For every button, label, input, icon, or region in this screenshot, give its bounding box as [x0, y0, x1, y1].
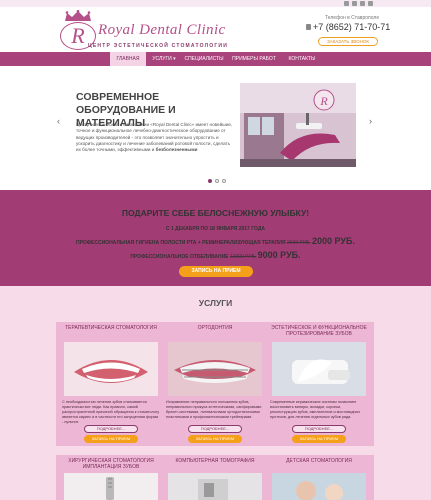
service-card-orthodontics[interactable]: ОРТОДОНТИЯ Исправление неправильного пол…: [160, 322, 270, 446]
card-book-button[interactable]: ЗАПИСЬ НА ПРИЕМ: [292, 435, 346, 443]
slider-dots: [208, 179, 226, 183]
card-title: ДЕТСКАЯ СТОМАТОЛОГИЯ: [286, 458, 352, 464]
slider-dot[interactable]: [208, 179, 212, 183]
slider-next-arrow[interactable]: ›: [369, 116, 372, 126]
promo-offer-hygiene: ПРОФЕССИОНАЛЬНАЯ ГИГИЕНА ПОЛОСТИ РТА + Р…: [0, 236, 431, 246]
service-card-tomography[interactable]: КОМПЬЮТЕРНАЯ ТОМОГРАФИЯ: [160, 455, 270, 500]
card-photo: [168, 473, 262, 500]
card-text: Исправление неправильного положения зубо…: [166, 400, 262, 419]
logo-title[interactable]: Royal Dental Clinic: [98, 22, 226, 39]
crown-icon: [65, 10, 91, 21]
vk-icon[interactable]: [368, 1, 373, 6]
promo-old-price: 2600 РУБ.: [287, 240, 311, 246]
promo-offer-text: ПРОФЕССИОНАЛЬНОЕ ОТБЕЛИВАНИЕ: [130, 254, 229, 260]
card-more-button[interactable]: ПОДРОБНЕЕ...: [84, 425, 138, 433]
promo-old-price: 12000 РУБ.: [229, 254, 257, 260]
card-text: Современные керамические системы позволя…: [270, 400, 361, 419]
card-title: ОРТОДОНТИЯ: [197, 325, 233, 331]
card-title: ТЕРАПЕВТИЧЕСКАЯ СТОМАТОЛОГИЯ: [65, 325, 157, 331]
slider-prev-arrow[interactable]: ‹: [57, 116, 60, 126]
slide-text: Центр эстетической стоматологии «Royal D…: [76, 122, 236, 153]
card-title: КОМПЬЮТЕРНАЯ ТОМОГРАФИЯ: [175, 458, 255, 464]
card-photo: [64, 473, 158, 500]
card-book-button[interactable]: ЗАПИСЬ НА ПРИЕМ: [188, 435, 242, 443]
slider-dot[interactable]: [215, 179, 219, 183]
promo-new-price: 2000 РУБ.: [312, 236, 355, 246]
slide-text-body: Центр эстетической стоматологии «Royal D…: [76, 122, 233, 153]
promo-book-button[interactable]: ЗАПИСЬ НА ПРИЕМ: [179, 266, 253, 277]
card-text: С необходимостью лечения зубов сталкивае…: [62, 400, 160, 424]
nav-item-services[interactable]: УСЛУГИ ▾: [146, 52, 182, 66]
slider-dot[interactable]: [222, 179, 226, 183]
instagram-icon[interactable]: [360, 1, 365, 6]
card-more-button[interactable]: ПОДРОБНЕЕ...: [292, 425, 346, 433]
nav-item-contacts[interactable]: КОНТАКТЫ: [282, 52, 322, 66]
promo-new-price: 9000 РУБ.: [257, 250, 301, 260]
card-photo: [64, 342, 158, 396]
promo-dates: С 1 ДЕКАБРЯ ПО 18 ЯНВАРЯ 2017 ГОДА: [166, 226, 265, 232]
clinic-photo: R: [240, 83, 356, 167]
phone-caption: Телефон в Ставрополе: [325, 15, 380, 21]
promo-offer-whitening: ПРОФЕССИОНАЛЬНОЕ ОТБЕЛИВАНИЕ 12000 РУБ. …: [0, 250, 431, 260]
social-links: [344, 1, 373, 6]
promo-offer-text: ПРОФЕССИОНАЛЬНАЯ ГИГИЕНА ПОЛОСТИ РТА + Р…: [76, 240, 286, 246]
card-photo: [272, 342, 366, 396]
nav-item-specialists[interactable]: СПЕЦИАЛИСТЫ: [182, 52, 226, 66]
mail-icon[interactable]: [344, 1, 349, 6]
service-card-therapy[interactable]: ТЕРАПЕВТИЧЕСКАЯ СТОМАТОЛОГИЯ С необходим…: [56, 322, 166, 446]
nav-item-works[interactable]: ПРИМЕРЫ РАБОТ: [226, 52, 282, 66]
main-nav: ГЛАВНАЯ УСЛУГИ ▾ СПЕЦИАЛИСТЫ ПРИМЕРЫ РАБ…: [0, 52, 431, 66]
promo-title: ПОДАРИТЕ СЕБЕ БЕЛОСНЕЖНУЮ УЛЫБКУ!: [121, 208, 310, 218]
card-more-button[interactable]: ПОДРОБНЕЕ...: [188, 425, 242, 433]
nav-item-home[interactable]: ГЛАВНАЯ: [110, 52, 146, 66]
card-photo: [168, 342, 262, 396]
slide-text-bold: безболезненными: [155, 147, 198, 153]
facebook-icon[interactable]: [352, 1, 357, 6]
card-title: ЭСТЕТИЧЕСКОЕ И ФУНКЦИОНАЛЬНОЕ ПРОТЕЗИРОВ…: [271, 325, 367, 337]
card-book-button[interactable]: ЗАПИСЬ НА ПРИЕМ: [84, 435, 138, 443]
service-card-prosthetics[interactable]: ЭСТЕТИЧЕСКОЕ И ФУНКЦИОНАЛЬНОЕ ПРОТЕЗИРОВ…: [264, 322, 374, 446]
logo-subtitle: ЦЕНТР ЭСТЕТИЧЕСКОЙ СТОМАТОЛОГИИ: [88, 43, 228, 49]
service-card-surgery[interactable]: ХИРУРГИЧЕСКАЯ СТОМАТОЛОГИЯ ИМПЛАНТАЦИЯ З…: [56, 455, 166, 500]
card-photo: [272, 473, 366, 500]
phone-number[interactable]: +7 (8652) 71-70-71: [313, 22, 390, 32]
services-title: УСЛУГИ: [198, 298, 233, 308]
card-title: ХИРУРГИЧЕСКАЯ СТОМАТОЛОГИЯ ИМПЛАНТАЦИЯ З…: [68, 458, 154, 470]
service-card-pediatric[interactable]: ДЕТСКАЯ СТОМАТОЛОГИЯ: [264, 455, 374, 500]
callback-button[interactable]: ЗАКАЗАТЬ ЗВОНОК: [318, 37, 378, 46]
phone-icon: [306, 24, 311, 30]
svg-text:R: R: [319, 94, 328, 108]
